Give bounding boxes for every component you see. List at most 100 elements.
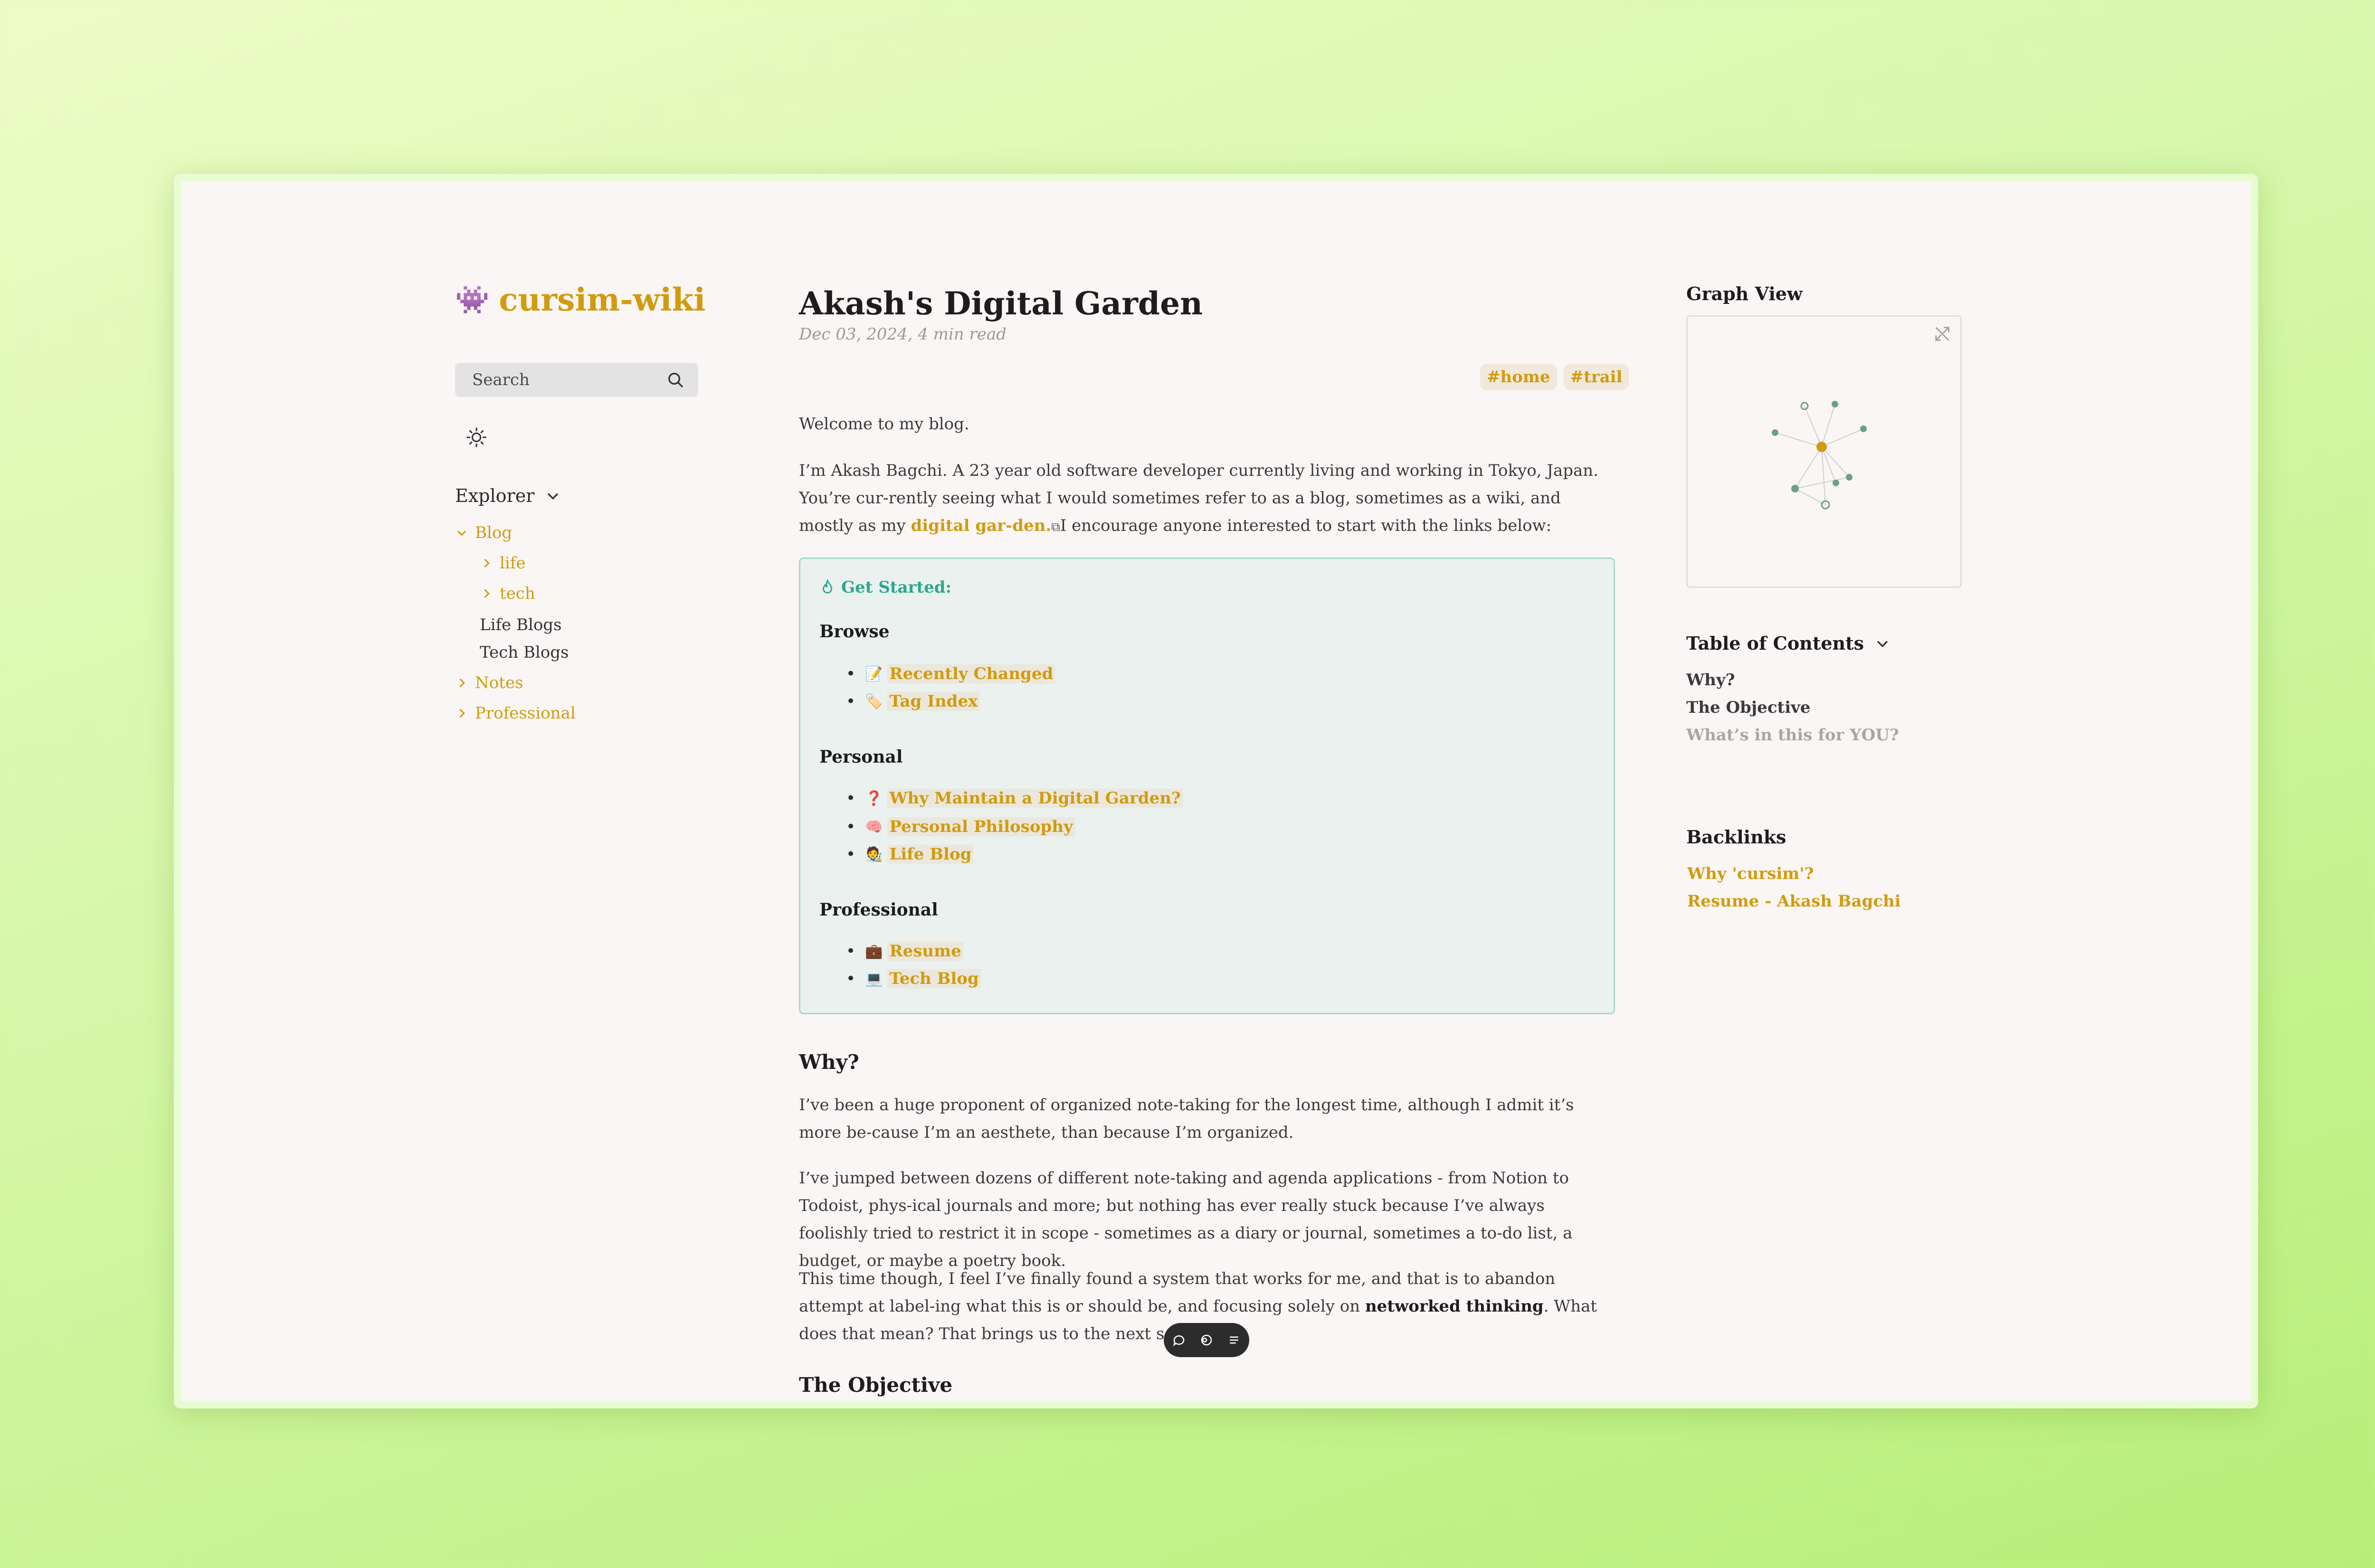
list-item[interactable]: • 🧠 Personal Philosophy [846, 817, 1075, 836]
tree-label: tech [500, 584, 535, 603]
explorer-header[interactable]: Explorer [455, 485, 561, 506]
bullet: • [846, 789, 856, 808]
why-paragraph-2: I’ve jumped between dozens of different … [799, 1169, 1573, 1270]
bullet: • [846, 664, 856, 683]
tree-folder-tech[interactable]: tech [480, 584, 535, 603]
intro-paragraph: I’m Akash Bagchi. A 23 year old software… [799, 457, 1616, 541]
tag-index-link[interactable]: Tag Index [887, 692, 980, 711]
list-item[interactable]: • ❓ Why Maintain a Digital Garden? [846, 789, 1183, 808]
graph-view-title: Graph View [1686, 283, 1803, 304]
tree-label: Blog [475, 523, 513, 542]
toggle-icon[interactable] [1199, 1333, 1214, 1347]
tree-folder-notes[interactable]: Notes [455, 673, 523, 692]
bullet: • [846, 692, 856, 711]
flame-icon [823, 579, 832, 594]
browse-heading: Browse [819, 622, 890, 642]
toc-header[interactable]: Table of Contents [1686, 633, 1890, 654]
toc-item-objective[interactable]: The Objective [1686, 698, 1811, 717]
graph-node-current[interactable] [1816, 442, 1827, 452]
sun-icon [466, 427, 486, 447]
why-heading: Why? [799, 1050, 859, 1074]
resume-link[interactable]: Resume [887, 942, 963, 961]
why-paragraph-1: I’ve been a huge proponent of organized … [799, 1096, 1574, 1142]
tree-label: life [500, 554, 526, 573]
get-started-callout: Get Started: Browse • 📝 Recently Changed •… [799, 557, 1615, 1014]
backlink-resume[interactable]: Resume - Akash Bagchi [1687, 892, 1901, 911]
bullet: • [846, 969, 856, 988]
search-icon[interactable] [666, 370, 685, 389]
callout-title: Get Started: [819, 578, 951, 597]
objective-heading: The Objective [799, 1373, 953, 1397]
page-title: Akash's Digital Garden [799, 285, 1203, 322]
bullet: • [846, 817, 856, 836]
personal-philosophy-link[interactable]: Personal Philosophy [887, 817, 1075, 836]
tree-page-life-blogs[interactable]: Life Blogs [480, 615, 562, 634]
graph-node[interactable] [1860, 425, 1867, 432]
comment-icon[interactable] [1172, 1333, 1186, 1347]
personal-heading: Personal [819, 747, 903, 767]
chevron-right-icon [484, 589, 490, 598]
search-label: Search [472, 370, 530, 389]
recently-changed-link[interactable]: Recently Changed [887, 664, 1055, 683]
search-box[interactable]: Search [455, 363, 698, 397]
alien-logo-icon: 👾 [455, 283, 490, 316]
backlink-why-cursim[interactable]: Why 'cursim'? [1687, 864, 1814, 883]
tech-blog-link[interactable]: Tech Blog [887, 969, 981, 988]
article-meta: Dec 03, 2024, 4 min read [799, 325, 1007, 344]
chevron-right-icon [484, 558, 490, 568]
artist-icon: 🧑‍🎨 [865, 846, 883, 863]
digital-garden-link[interactable]: digital gar-den. [911, 516, 1052, 535]
backlinks-title: Backlinks [1686, 826, 1786, 848]
graph-node[interactable] [1772, 429, 1778, 436]
list-item[interactable]: • 🏷️ Tag Index [846, 692, 980, 711]
toc-item-why[interactable]: Why? [1686, 671, 1735, 690]
question-icon: ❓ [865, 790, 883, 807]
graph-node[interactable] [1791, 485, 1799, 492]
floating-toolbar [1164, 1323, 1249, 1357]
bullet: • [846, 845, 856, 864]
tag-list: #home #trail [1480, 364, 1629, 390]
professional-heading: Professional [819, 900, 938, 920]
theme-toggle[interactable] [466, 426, 487, 450]
chevron-down-icon [548, 493, 559, 500]
graph-node[interactable] [1833, 480, 1839, 486]
bullet: • [846, 942, 856, 961]
welcome-text: Welcome to my blog. [799, 415, 969, 434]
tag-trail[interactable]: #trail [1563, 364, 1629, 390]
graph-canvas [1772, 401, 1867, 510]
toc-title: Table of Contents [1686, 633, 1864, 654]
graph-view[interactable] [1686, 315, 1962, 588]
toc-item-whats-in-it[interactable]: What’s in this for YOU? [1686, 726, 1899, 745]
list-item[interactable]: • 📝 Recently Changed [846, 664, 1055, 683]
tree-label: Life Blogs [480, 615, 562, 634]
tree-folder-professional[interactable]: Professional [455, 704, 576, 723]
why-maintain-link[interactable]: Why Maintain a Digital Garden? [887, 789, 1183, 808]
chevron-right-icon [459, 708, 465, 718]
graph-node[interactable] [1846, 474, 1852, 481]
brain-icon: 🧠 [865, 818, 883, 835]
list-icon[interactable] [1227, 1333, 1241, 1347]
networked-thinking-bold: networked thinking [1365, 1297, 1544, 1316]
tree-folder-blog[interactable]: Blog [455, 523, 512, 542]
site-brand[interactable]: 👾 cursim-wiki [455, 281, 705, 318]
tree-folder-life[interactable]: life [480, 554, 525, 573]
tree-page-tech-blogs[interactable]: Tech Blogs [480, 643, 569, 662]
laptop-icon: 💻 [865, 970, 883, 987]
browser-window: 👾 cursim-wiki Search Explorer Blog life … [174, 174, 2258, 1408]
list-item[interactable]: • 💼 Resume [846, 942, 963, 961]
callout-title-text: Get Started: [841, 578, 952, 597]
intro-text-end: I encourage anyone interested to start w… [1060, 516, 1552, 535]
memo-icon: 📝 [865, 665, 883, 682]
chevron-down-icon [457, 530, 466, 536]
external-link-icon[interactable]: ⧉ [1051, 520, 1060, 534]
life-blog-link[interactable]: Life Blog [887, 845, 974, 864]
briefcase-icon: 💼 [865, 943, 883, 960]
list-item[interactable]: • 💻 Tech Blog [846, 969, 981, 988]
tree-label: Notes [475, 673, 523, 692]
tree-label: Tech Blogs [480, 643, 569, 662]
tag-home[interactable]: #home [1480, 364, 1557, 390]
graph-node[interactable] [1832, 401, 1838, 407]
tree-label: Professional [475, 704, 576, 723]
list-item[interactable]: • 🧑‍🎨 Life Blog [846, 845, 974, 864]
tag-icon: 🏷️ [865, 693, 883, 710]
